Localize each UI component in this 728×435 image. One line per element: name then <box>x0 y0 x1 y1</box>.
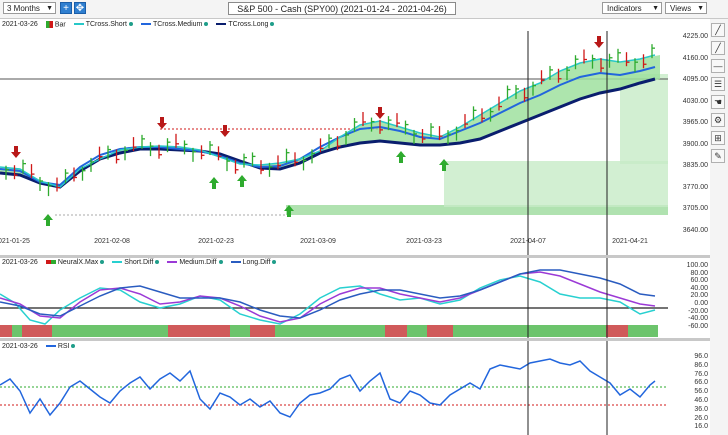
chevron-down-icon: ▼ <box>46 5 53 12</box>
neuralx-segment <box>22 325 52 337</box>
gear-icon[interactable]: ⚙ <box>711 113 725 127</box>
views-label: Views <box>670 4 692 13</box>
y-tick-label: -20.00 <box>688 307 708 315</box>
chart-toolbar: 3 Months ▼ + ✥ S&P 500 - Cash (SPY00) (20… <box>0 0 728 19</box>
neuralx-segment <box>628 325 658 337</box>
y-tick-label: 0.00 <box>694 300 708 307</box>
y-tick-label: 40.00 <box>690 284 708 292</box>
neuralx-segment <box>427 325 453 337</box>
period-select[interactable]: 3 Months ▼ <box>3 2 56 14</box>
indicators-label: Indicators <box>607 4 642 13</box>
y-tick-label: 3900.00 <box>682 140 708 148</box>
neuralx-segment <box>385 325 407 337</box>
y-tick-label: 20.00 <box>690 292 708 300</box>
period-label: 3 Months <box>7 4 40 13</box>
buy-arrow <box>396 151 406 163</box>
y-tick-label: 3835.00 <box>682 162 708 169</box>
buy-arrow <box>209 177 219 189</box>
move-icon[interactable]: ╱ <box>711 41 725 55</box>
y-tick-label: 36.0 <box>694 405 708 413</box>
neuralx-segment <box>250 325 275 337</box>
y-tick-label: 80.00 <box>690 269 708 277</box>
sell-arrow <box>11 146 21 158</box>
y-tick-label: 66.0 <box>694 379 708 387</box>
y-tick-label: -60.00 <box>688 322 708 330</box>
rsi-axis: 96.0 86.0 76.0 66.0 56.0 46.0 36.0 26.0 16.0 <box>668 341 710 435</box>
y-tick-label: 16.0 <box>694 423 708 431</box>
x-tick-label: 2021-04-07 <box>510 238 546 245</box>
y-tick-label: 3705.00 <box>682 205 708 212</box>
sell-arrow <box>157 117 167 129</box>
neuralx-segment <box>12 325 22 337</box>
x-tick-label: 2021-04-21 <box>612 238 648 245</box>
views-dropdown[interactable]: Views ▼ <box>665 2 707 14</box>
y-tick-label: 26.0 <box>694 414 708 422</box>
y-tick-label: 4095.00 <box>682 76 708 83</box>
sell-arrow <box>375 107 385 119</box>
rsi-line <box>0 358 656 418</box>
sell-arrow <box>594 36 604 48</box>
chart-title: S&P 500 - Cash (SPY00) (2021-01-24 - 202… <box>228 2 456 15</box>
y-tick-label: 60.00 <box>690 277 708 285</box>
x-tick-label: 2021-02-23 <box>198 238 234 245</box>
y-tick-label: 86.0 <box>694 361 708 369</box>
price-axis: 4225.00 4160.00 4095.00 4030.00 3965.00 3900.… <box>668 19 710 255</box>
drawing-tools: ╱ ╱ — ☰ ☚ ⚙ ⊞ ✎ <box>710 19 728 435</box>
x-tick-label: 2021-03-23 <box>406 238 442 245</box>
y-tick-label: -40.00 <box>688 315 708 323</box>
plus-icon[interactable]: ╱ <box>711 23 725 37</box>
lines-icon[interactable]: ☰ <box>711 77 725 91</box>
y-tick-label: 3770.00 <box>682 183 708 191</box>
move-chart-button[interactable]: ✥ <box>74 2 86 14</box>
line-icon[interactable]: — <box>711 59 725 73</box>
neuralx-segment <box>230 325 250 337</box>
price-panel[interactable]: 2021-03-26 Bar TCross.Short TCross.Mediu… <box>0 19 668 255</box>
pencil-icon[interactable]: ✎ <box>711 149 725 163</box>
sell-arrow <box>220 125 230 137</box>
y-tick-label: 56.0 <box>694 388 708 396</box>
diff-panel[interactable]: 2021-03-26 NeuralX.Max Short.Diff Medium… <box>0 258 668 338</box>
y-tick-label: 3640.00 <box>682 226 708 234</box>
price-chart <box>0 31 668 255</box>
neuralx-segment <box>606 325 628 337</box>
y-tick-label: 96.0 <box>694 353 708 360</box>
x-tick-label: 2021-03-09 <box>300 238 336 245</box>
y-tick-label: 76.0 <box>694 370 708 378</box>
support-zone <box>444 161 668 207</box>
neuralx-segment <box>453 325 606 337</box>
x-tick-label: 2021-02-08 <box>94 238 130 245</box>
rsi-panel[interactable]: 2021-03-26 RSI <box>0 341 668 435</box>
neuralx-segment <box>168 325 230 337</box>
neuralx-segment <box>0 325 12 337</box>
chevron-down-icon: ▼ <box>697 5 704 12</box>
y-tick-label: 100.00 <box>686 262 708 269</box>
indicators-dropdown[interactable]: Indicators ▼ <box>602 2 662 14</box>
add-chart-button[interactable]: + <box>60 2 72 14</box>
neuralx-segment <box>52 325 168 337</box>
y-tick-label: 4225.00 <box>682 33 708 40</box>
buy-arrow <box>43 214 53 226</box>
y-tick-label: 46.0 <box>694 397 708 404</box>
rsi-chart <box>0 341 668 435</box>
diff-axis: 100.00 80.00 60.00 40.00 20.00 0.00 -20.00 -40.… <box>668 258 710 338</box>
diff-chart <box>0 258 668 338</box>
neuralx-segment <box>275 325 385 337</box>
chevron-down-icon: ▼ <box>652 5 659 12</box>
y-tick-label: 4030.00 <box>682 97 708 105</box>
buy-arrow <box>237 175 247 187</box>
neuralx-strip <box>0 325 658 337</box>
neuralx-segment <box>407 325 427 337</box>
y-tick-label: 3965.00 <box>682 119 708 126</box>
hand-icon[interactable]: ☚ <box>711 95 725 109</box>
x-tick-label: 2021-01-25 <box>0 238 30 245</box>
y-tick-label: 4160.00 <box>682 54 708 62</box>
ruler-icon[interactable]: ⊞ <box>711 131 725 145</box>
